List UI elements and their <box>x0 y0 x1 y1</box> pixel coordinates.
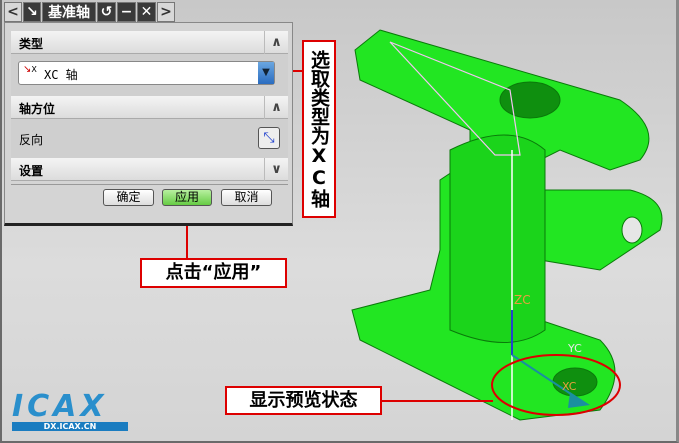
reverse-direction-icon[interactable]: ⤡ <box>258 127 280 149</box>
chevron-up-icon[interactable]: ∧ <box>264 31 288 54</box>
section-orientation[interactable]: 轴方位 ∧ <box>11 96 288 119</box>
section-orientation-body: 反向 ⤡ <box>11 119 288 158</box>
chevron-down-icon[interactable]: ▼ <box>258 62 274 84</box>
apply-button[interactable]: 应用 <box>162 189 212 206</box>
dialog-titlebar: < ↘ 基准轴 ↺ − ✕ > <box>4 2 175 22</box>
reset-icon[interactable]: ↺ <box>97 2 116 22</box>
icax-logo: ICAX DX.ICAX.CN <box>12 392 128 432</box>
close-icon[interactable]: ✕ <box>137 2 156 22</box>
reverse-label: 反向 <box>19 133 44 147</box>
yc-label: YC <box>567 342 582 355</box>
annotation-preview: 显示预览状态 <box>225 386 382 415</box>
xc-axis-type-icon: ↘X <box>23 64 37 75</box>
next-icon[interactable]: > <box>157 2 175 22</box>
annotation-select-type: 选取类型为XC轴 <box>302 40 336 218</box>
type-dropdown[interactable]: ↘X XC 轴 ▼ <box>18 61 275 85</box>
section-settings[interactable]: 设置 ∨ <box>11 158 288 181</box>
zc-label: ZC <box>514 293 531 307</box>
prev-icon[interactable]: < <box>4 2 22 22</box>
minimize-icon[interactable]: − <box>117 2 136 22</box>
ok-button[interactable]: 确定 <box>103 189 154 206</box>
dialog-title: 基准轴 <box>42 2 96 22</box>
chevron-up-icon[interactable]: ∧ <box>264 96 288 119</box>
annotation-click-apply: 点击“应用” <box>140 258 287 288</box>
pointer-icon[interactable]: ↘ <box>23 2 41 22</box>
section-type[interactable]: 类型 ∧ <box>11 31 288 54</box>
section-orientation-label: 轴方位 <box>19 102 56 116</box>
type-value: XC 轴 <box>44 68 78 82</box>
xc-label: XC <box>562 380 577 393</box>
section-settings-label: 设置 <box>19 164 44 178</box>
section-type-label: 类型 <box>19 37 44 51</box>
cancel-button[interactable]: 取消 <box>221 189 272 206</box>
divider <box>11 184 288 185</box>
chevron-down-icon[interactable]: ∨ <box>264 158 288 181</box>
